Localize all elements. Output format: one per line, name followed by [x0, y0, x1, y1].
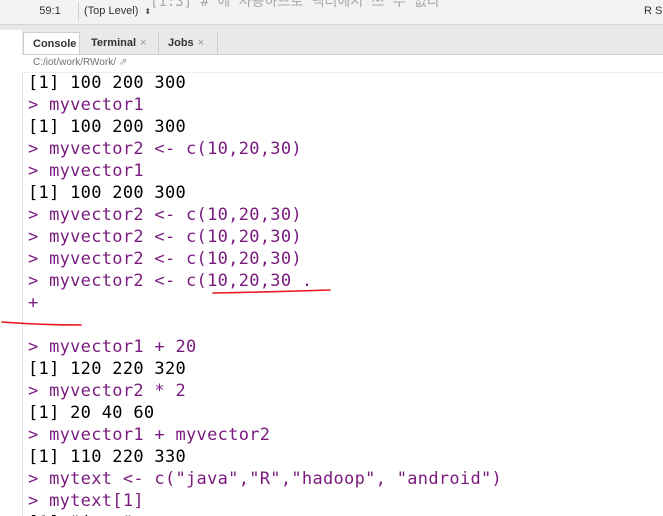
tab-jobs[interactable]: Jobs ×: [159, 32, 218, 54]
console-command-line: > myvector2 <- c(10,20,30): [28, 205, 302, 225]
console-output-line: [1] 100 200 300: [28, 183, 187, 203]
cursor-position: 59:1: [22, 2, 79, 20]
console-command-line: > myvector1 + myvector2: [28, 425, 271, 445]
scope-dropdown[interactable]: (Top Level) ⬍: [84, 2, 151, 20]
go-to-directory-icon[interactable]: ⇗: [119, 57, 127, 68]
left-gutter: [0, 30, 23, 516]
console-command-line: > mytext <- c("java","R","hadoop", "andr…: [28, 469, 503, 489]
tab-console[interactable]: Console: [23, 32, 80, 54]
console-output-line: [1] 20 40 60: [28, 403, 155, 423]
file-type-label[interactable]: R S: [644, 2, 662, 20]
updown-chevron-icon: ⬍: [144, 7, 152, 16]
console-command-line: > myvector2 <- c(10,20,30): [28, 249, 302, 269]
console-output-line: [1] 120 220 320: [28, 359, 187, 379]
working-directory-path[interactable]: C:/iot/work/RWork/: [33, 57, 116, 68]
console-command-line: > myvector2 * 2: [28, 381, 187, 401]
console-command-line: > mytext[1]: [28, 491, 144, 511]
console-command-line: > myvector1 + 20: [28, 337, 197, 357]
close-icon[interactable]: ×: [140, 37, 146, 49]
console-command-line: +: [28, 293, 39, 313]
tab-label: Console: [33, 38, 77, 50]
console-command-line: > myvector1: [28, 95, 144, 115]
tab-label: Terminal: [91, 37, 137, 49]
console-output[interactable]: [1] 100 200 300 > myvector1 [1] 100 200 30…: [22, 72, 663, 516]
editor-partial-code-line: [1:3] # 에 사용하므로 벡터에서 쓰 수 없다: [150, 0, 440, 10]
console-output-line: [1] "java": [28, 512, 133, 516]
tab-terminal[interactable]: Terminal ×: [82, 32, 159, 54]
tab-label: Jobs: [168, 37, 194, 49]
console-output-line: [1] 110 220 330: [28, 447, 187, 467]
console-output-line: [1] 100 200 300: [28, 73, 187, 93]
console-output-line: [1] 100 200 300: [28, 117, 187, 137]
console-tab-bar: Console Terminal × Jobs ×: [22, 30, 663, 55]
close-icon[interactable]: ×: [198, 37, 204, 49]
console-command-line: > myvector1: [28, 161, 144, 181]
editor-status-bar: [1:3] # 에 사용하므로 벡터에서 쓰 수 없다 59:1 (Top Le…: [0, 0, 663, 25]
console-command-line: > myvector2 <- c(10,20,30): [28, 139, 302, 159]
scope-label: (Top Level): [84, 5, 139, 17]
console-command-line: > myvector2 <- c(10,20,30 .: [28, 271, 313, 291]
working-directory-bar: C:/iot/work/RWork/⇗: [22, 55, 663, 73]
console-command-line: > myvector2 <- c(10,20,30): [28, 227, 302, 247]
